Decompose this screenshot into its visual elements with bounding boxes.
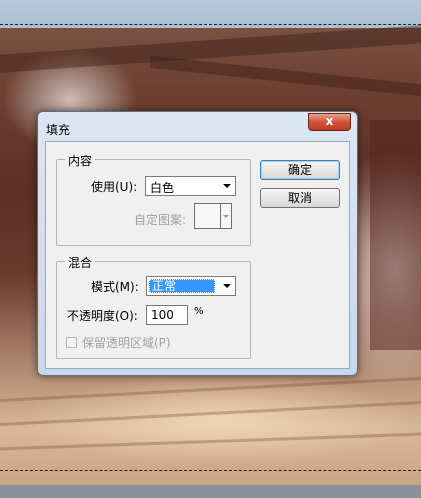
chevron-down-icon <box>223 284 231 288</box>
blend-group: 混合 模式(M): 正常 不透明度(O): 100 % 保留透明区域(P) <box>56 254 251 359</box>
cancel-button[interactable]: 取消 <box>260 188 340 208</box>
floor-plank <box>0 400 421 427</box>
ceiling-beam <box>150 55 421 97</box>
dialog-title: 填充 <box>46 123 71 137</box>
selection-marquee-top <box>0 24 421 25</box>
content-group-label: 内容 <box>65 152 96 169</box>
content-group: 内容 使用(U): 白色 自定图案: <box>56 152 251 246</box>
opacity-label: 不透明度(O): <box>67 309 138 323</box>
preserve-transparency-label: 保留透明区域(P) <box>82 336 171 350</box>
blend-group-label: 混合 <box>65 254 96 271</box>
floor-plank <box>0 432 421 451</box>
custom-pattern-picker[interactable] <box>194 203 232 229</box>
chevron-down-icon <box>223 184 231 188</box>
ok-button[interactable]: 确定 <box>260 160 340 180</box>
use-dropdown[interactable]: 白色 <box>145 176 236 196</box>
fill-dialog: 填充 x 内容 使用(U): 白色 自定图案: 混合 模式(M): 正常 不透明… <box>37 111 358 376</box>
mode-dropdown[interactable]: 正常 <box>146 276 236 296</box>
use-value: 白色 <box>150 181 175 195</box>
opacity-unit: % <box>194 306 204 317</box>
use-label: 使用(U): <box>91 180 138 194</box>
chevron-down-icon <box>223 215 229 218</box>
close-button[interactable]: x <box>308 113 351 131</box>
dialog-titlebar[interactable]: 填充 x <box>38 112 357 142</box>
opacity-input[interactable]: 100 <box>146 305 188 325</box>
selection-marquee-bottom <box>0 470 421 471</box>
canvas-bottom-strip <box>0 485 421 498</box>
close-icon: x <box>325 114 334 128</box>
preserve-transparency-checkbox[interactable] <box>66 337 77 348</box>
mode-value: 正常 <box>149 279 215 293</box>
wall-pillar <box>370 120 421 350</box>
custom-pattern-label: 自定图案: <box>134 213 187 227</box>
mode-label: 模式(M): <box>91 280 139 294</box>
dialog-client-area: 内容 使用(U): 白色 自定图案: 混合 模式(M): 正常 不透明度(O):… <box>45 141 350 369</box>
floor-plank <box>0 376 421 403</box>
